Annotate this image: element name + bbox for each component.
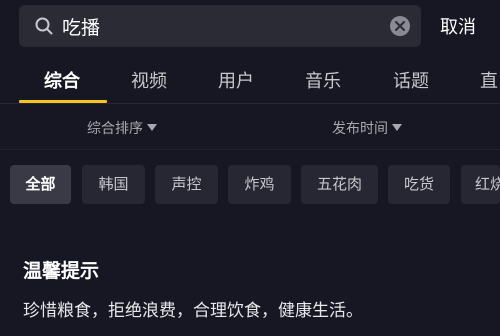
- tab-music[interactable]: 音乐: [305, 67, 341, 93]
- search-input[interactable]: [62, 5, 382, 47]
- chip-korea[interactable]: 韩国: [82, 165, 145, 204]
- search-icon: [35, 17, 53, 35]
- chip-all[interactable]: 全部: [10, 165, 71, 204]
- tip-text: 珍惜粮食，拒绝浪费，合理饮食，健康生活。: [23, 301, 363, 321]
- tab-bar: 综合 视频 用户 音乐 话题 直: [0, 62, 500, 102]
- caret-down-icon: [147, 124, 157, 131]
- chip-pork-belly[interactable]: 五花肉: [301, 165, 378, 204]
- chip-fried-chicken[interactable]: 炸鸡: [228, 165, 291, 204]
- tab-live[interactable]: 直: [480, 67, 498, 93]
- tab-users[interactable]: 用户: [218, 67, 254, 93]
- time-dropdown[interactable]: 发布时间: [332, 118, 402, 138]
- sort-dropdown[interactable]: 综合排序: [87, 118, 157, 138]
- caret-down-icon: [392, 124, 402, 131]
- time-dropdown-label: 发布时间: [332, 121, 388, 137]
- tab-videos[interactable]: 视频: [131, 67, 167, 93]
- chip-braised[interactable]: 红烧: [461, 165, 500, 204]
- sort-dropdown-label: 综合排序: [87, 121, 143, 137]
- divider: [0, 149, 500, 150]
- tab-topics[interactable]: 话题: [393, 67, 429, 93]
- tab-overall[interactable]: 综合: [44, 67, 80, 93]
- chip-foodie[interactable]: 吃货: [388, 165, 450, 204]
- cancel-button[interactable]: 取消: [440, 13, 476, 39]
- divider: [0, 103, 500, 104]
- tip-title: 温馨提示: [23, 260, 100, 282]
- chip-asmr[interactable]: 声控: [155, 165, 218, 204]
- search-bar[interactable]: [19, 5, 421, 47]
- clear-icon[interactable]: [390, 16, 410, 36]
